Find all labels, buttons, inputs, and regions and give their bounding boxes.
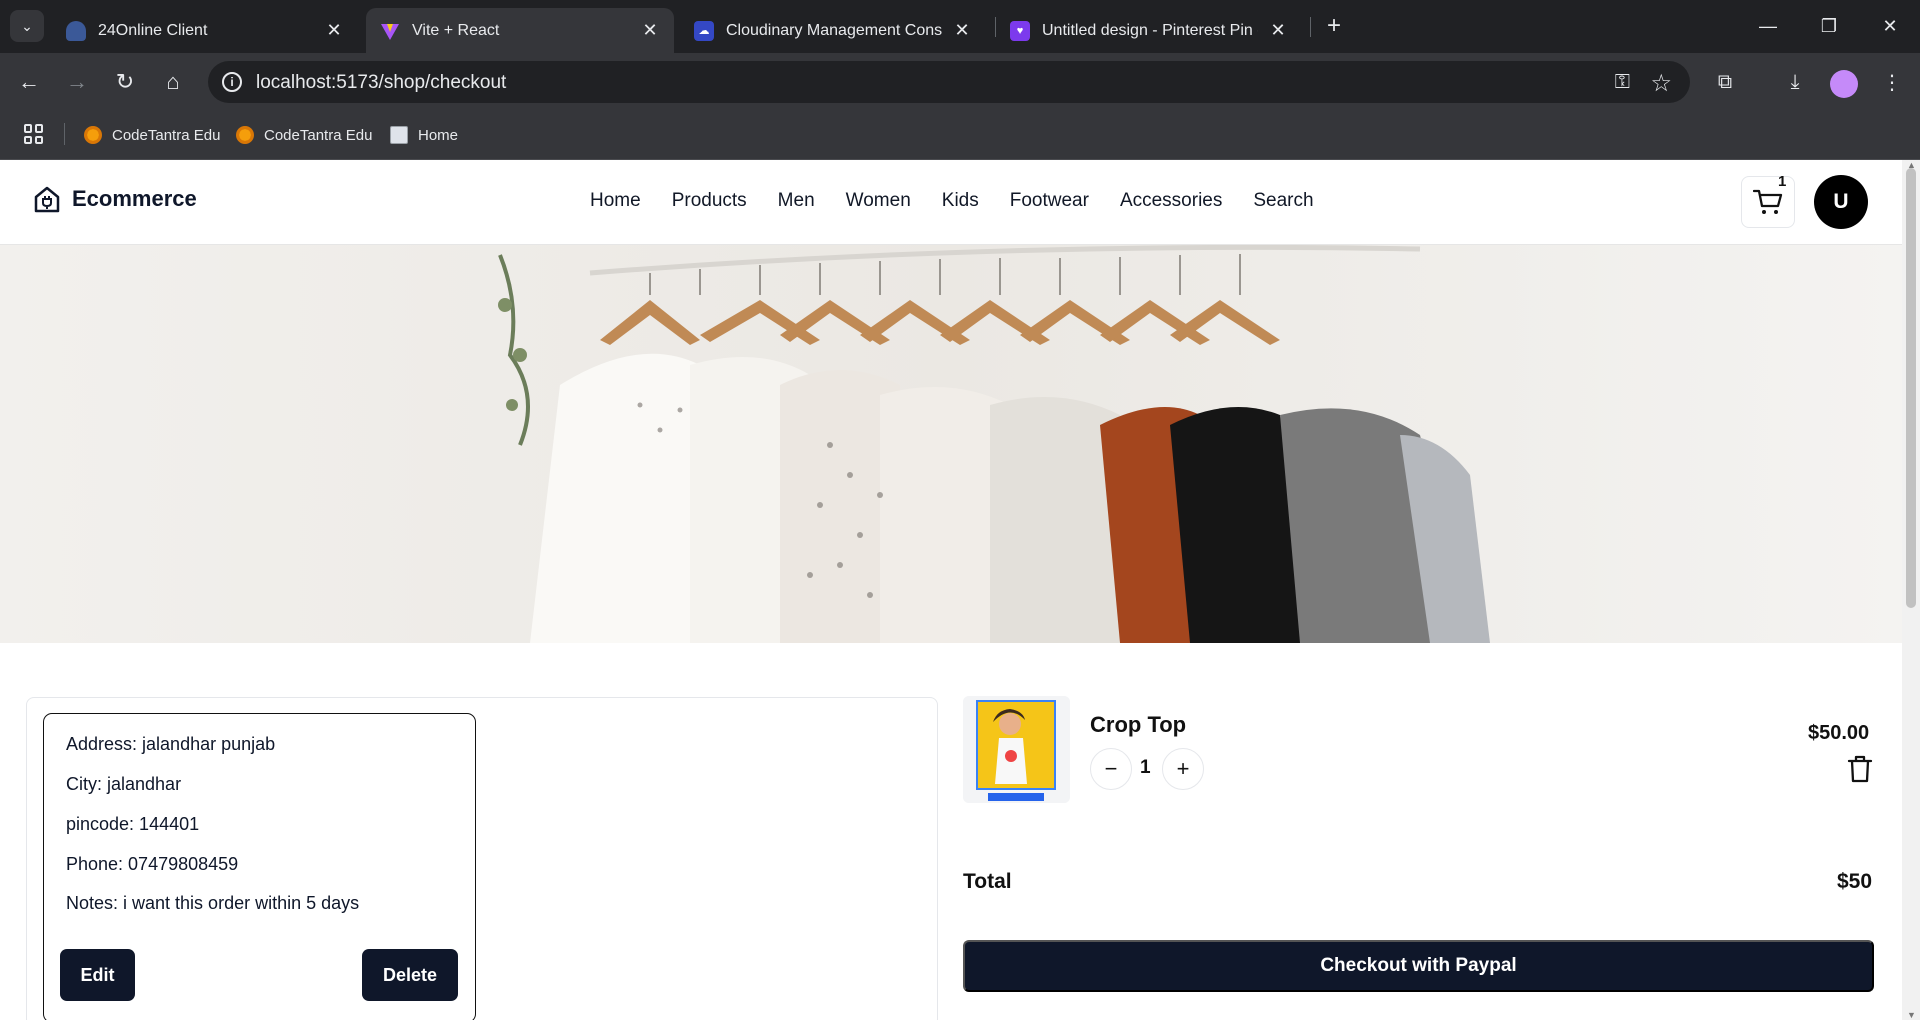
minimize-icon[interactable]: — (1745, 10, 1791, 42)
cart-item-title: Crop Top (1090, 712, 1187, 737)
close-icon[interactable]: ✕ (640, 20, 660, 41)
user-avatar[interactable]: U (1814, 175, 1868, 229)
cart-button[interactable] (1741, 176, 1795, 228)
house-plug-icon (34, 186, 60, 213)
back-icon[interactable]: ← (14, 67, 44, 97)
apps-grid-icon[interactable] (24, 124, 44, 144)
extensions-icon[interactable]: ⧉ (1710, 67, 1740, 97)
notes-line: Notes: i want this order within 5 days (66, 893, 360, 913)
tab-title: Cloudinary Management Console - (726, 21, 942, 39)
tab-separator (1310, 17, 1311, 37)
bookmark-label: Home (418, 126, 459, 144)
page-icon (390, 126, 408, 144)
decrease-quantity-button[interactable]: − (1090, 748, 1132, 790)
trash-icon[interactable] (1847, 755, 1873, 783)
nav-footwear[interactable]: Footwear (1010, 190, 1089, 212)
tab-title: 24Online Client (98, 21, 208, 39)
nav-women[interactable]: Women (846, 190, 911, 212)
tab-cloudinary[interactable]: ☁ Cloudinary Management Console - ✕ (680, 8, 986, 53)
phone-line: Phone: 07479808459 (66, 854, 239, 874)
increase-quantity-button[interactable]: + (1162, 748, 1204, 790)
shopping-cart-icon (1753, 189, 1783, 214)
cart-item-quantity: 1 (1140, 757, 1151, 778)
cart-count-badge: 1 (1778, 173, 1787, 190)
browser-toolbar: ← → ↻ ⌂ i localhost:5173/shop/checkout ⚿… (0, 53, 1920, 111)
cloudinary-icon: ☁ (694, 20, 714, 41)
cart-item-price: $50.00 (1808, 722, 1870, 744)
plus-icon: + (1176, 756, 1190, 781)
minus-icon: − (1104, 756, 1118, 781)
codetantra-sun-icon (84, 126, 102, 144)
profile-avatar-icon[interactable] (1830, 70, 1858, 98)
bookmark-home[interactable]: Home (390, 121, 458, 149)
address-bar[interactable]: i localhost:5173/shop/checkout ⚿ ☆ (208, 61, 1690, 103)
vite-icon (380, 21, 400, 41)
tab-search-button[interactable]: ⌄ (10, 10, 44, 42)
nav-products[interactable]: Products (672, 190, 747, 212)
password-key-icon[interactable]: ⚿ (1615, 71, 1630, 94)
page-content: Ecommerce Home Products Men Women Kids F… (0, 160, 1902, 1020)
tab-title: Untitled design - Pinterest Pin - Ca (1042, 21, 1258, 39)
brand-name: Ecommerce (72, 186, 197, 211)
home-icon[interactable]: ⌂ (158, 67, 188, 97)
product-thumbnail (963, 696, 1070, 803)
page-scrollbar[interactable]: ▲ ▼ (1902, 160, 1920, 1020)
scrollbar-thumb[interactable] (1906, 168, 1916, 608)
nav-search[interactable]: Search (1253, 190, 1313, 212)
new-tab-button[interactable]: + (1320, 12, 1348, 40)
main-nav: Home Products Men Women Kids Footwear Ac… (590, 190, 1345, 212)
delete-address-button[interactable]: Delete (362, 949, 458, 1001)
bookmark-label: CodeTantra Edu (264, 126, 373, 144)
bookmark-label: CodeTantra Edu (112, 126, 221, 144)
reload-icon[interactable]: ↻ (110, 67, 140, 97)
address-card[interactable]: Address: jalandhar punjab City: jalandha… (43, 713, 476, 1020)
tab-pinterest-design[interactable]: ♥ Untitled design - Pinterest Pin - Ca ✕ (996, 8, 1302, 53)
close-icon[interactable]: ✕ (324, 20, 344, 41)
menu-kebab-icon[interactable]: ⋮ (1877, 67, 1907, 97)
edit-address-button[interactable]: Edit (60, 949, 135, 1001)
browser-tab-bar: ⌄ 24Online Client ✕ Vite + React ✕ ☁ Clo… (0, 0, 1920, 53)
bookmark-codetantra-2[interactable]: CodeTantra Edu (236, 121, 372, 149)
forward-icon[interactable]: → (62, 67, 92, 97)
codetantra-sun-icon (236, 126, 254, 144)
restore-icon[interactable]: ❐ (1806, 10, 1852, 42)
site-info-icon[interactable]: i (222, 72, 242, 92)
url-text[interactable]: localhost:5173/shop/checkout (256, 72, 506, 94)
total-value: $50 (1837, 870, 1873, 893)
pincode-line: pincode: 144401 (66, 814, 200, 834)
download-icon[interactable]: ⤓ (1780, 67, 1810, 97)
nav-accessories[interactable]: Accessories (1120, 190, 1222, 212)
canva-heart-icon: ♥ (1010, 20, 1030, 41)
bookmark-codetantra-1[interactable]: CodeTantra Edu (84, 121, 220, 149)
site-header: Ecommerce Home Products Men Women Kids F… (0, 160, 1902, 245)
window-close-icon[interactable]: ✕ (1867, 10, 1913, 42)
tab-title: Vite + React (412, 21, 500, 39)
tab-vite-react[interactable]: Vite + React ✕ (366, 8, 674, 53)
close-icon[interactable]: ✕ (1268, 20, 1288, 41)
close-icon[interactable]: ✕ (952, 20, 972, 41)
24online-icon (66, 20, 86, 41)
nav-kids[interactable]: Kids (942, 190, 979, 212)
address-line: Address: jalandhar punjab (66, 734, 276, 754)
tab-24online[interactable]: 24Online Client ✕ (52, 8, 358, 53)
bookmark-star-icon[interactable]: ☆ (1650, 69, 1672, 98)
nav-home[interactable]: Home (590, 190, 641, 212)
city-line: City: jalandhar (66, 774, 182, 794)
checkout-paypal-button[interactable]: Checkout with Paypal (963, 940, 1874, 992)
total-label: Total (963, 870, 1012, 893)
nav-men[interactable]: Men (778, 190, 815, 212)
bookmarks-bar: CodeTantra Edu CodeTantra Edu Home (0, 111, 1920, 160)
scroll-down-icon[interactable]: ▼ (1907, 1010, 1916, 1020)
hero-banner-image (0, 245, 1902, 643)
brand-logo[interactable]: Ecommerce (32, 184, 197, 214)
bookmark-separator (64, 123, 65, 145)
